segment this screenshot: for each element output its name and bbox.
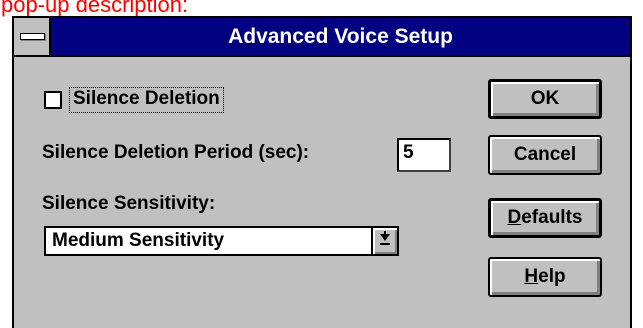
dialog-title: Advanced Voice Setup	[228, 25, 453, 48]
ok-button[interactable]: OK	[488, 79, 602, 119]
dropdown-arrow-underline	[380, 243, 390, 245]
advanced-voice-setup-dialog: Advanced Voice Setup Silence Deletion Si…	[12, 16, 632, 328]
title-bar: Advanced Voice Setup	[14, 18, 630, 57]
dropdown-button[interactable]	[371, 228, 397, 254]
defaults-mnemonic: D	[507, 207, 522, 228]
silence-deletion-checkbox[interactable]	[44, 91, 62, 109]
silence-sensitivity-value: Medium Sensitivity	[52, 230, 225, 251]
help-mnemonic: H	[524, 266, 539, 287]
silence-deletion-focus[interactable]: Silence Deletion	[69, 87, 224, 113]
silence-deletion-label: Silence Deletion	[73, 88, 220, 109]
chevron-down-icon	[380, 234, 390, 241]
silence-sensitivity-label: Silence Sensitivity:	[42, 193, 216, 214]
silence-sensitivity-select[interactable]: Medium Sensitivity	[44, 226, 399, 256]
cancel-button[interactable]: Cancel	[488, 135, 602, 175]
defaults-button[interactable]: Defaults	[488, 198, 602, 238]
silence-period-label: Silence Deletion Period (sec):	[42, 142, 310, 163]
silence-period-input[interactable]: 5	[397, 138, 451, 172]
help-label-rest: elp	[538, 266, 566, 287]
system-menu-icon	[20, 33, 45, 40]
defaults-label-rest: efaults	[521, 207, 583, 228]
system-menu-button[interactable]	[14, 18, 51, 55]
help-button[interactable]: Help	[488, 257, 602, 297]
